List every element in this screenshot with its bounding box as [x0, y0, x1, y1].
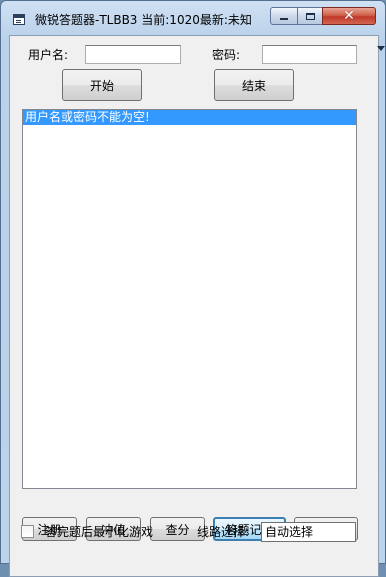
minimize-after-checkbox[interactable]: [21, 525, 34, 538]
end-button[interactable]: 结束: [214, 69, 294, 101]
username-label: 用户名:: [28, 48, 69, 62]
minimize-icon: [280, 18, 288, 20]
client-area: 用户名: 密码: 开始 结束 用户名或密码不能为空! 注册 冲值 查分 答题记录…: [9, 35, 379, 577]
start-button[interactable]: 开始: [62, 69, 142, 101]
password-input[interactable]: [262, 45, 357, 64]
maximize-button[interactable]: [297, 7, 323, 25]
maximize-icon: [305, 12, 315, 20]
close-icon: ✕: [343, 8, 355, 24]
minimize-after-label[interactable]: 答完题后最小化游戏: [45, 523, 153, 540]
route-select[interactable]: 自动选择: [261, 522, 356, 542]
log-item[interactable]: 用户名或密码不能为空!: [23, 110, 356, 125]
close-button[interactable]: ✕: [322, 7, 376, 25]
window-app-icon[interactable]: [13, 14, 25, 25]
minimize-button[interactable]: [270, 7, 298, 25]
main-window: 微锐答题器-TLBB3 当前:1020最新:未知 ✕ 用户名: 密码: 开始 结…: [0, 0, 386, 577]
chevron-down-icon: [377, 40, 386, 60]
route-label: 线路选择:: [197, 525, 250, 539]
log-listbox[interactable]: 用户名或密码不能为空!: [22, 109, 357, 489]
title-bar[interactable]: 微锐答题器-TLBB3 当前:1020最新:未知 ✕: [1, 1, 385, 35]
password-label: 密码:: [212, 48, 241, 62]
username-input[interactable]: [85, 45, 181, 64]
window-title: 微锐答题器-TLBB3 当前:1020最新:未知: [35, 13, 252, 27]
caption-buttons: ✕: [270, 7, 378, 29]
